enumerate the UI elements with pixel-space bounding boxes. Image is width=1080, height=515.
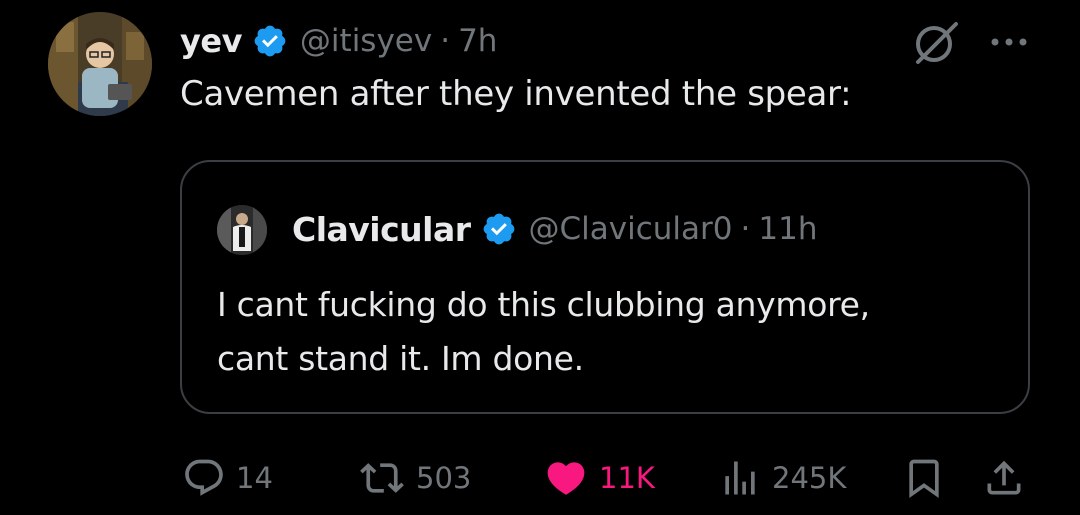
views-button[interactable]: 245K (718, 450, 846, 506)
quoted-author-name[interactable]: Clavicular (292, 210, 471, 249)
heart-icon (547, 462, 585, 495)
quoted-tweet-timestamp[interactable]: 11h (758, 211, 817, 247)
share-icon (987, 460, 1021, 495)
tweet-header: yev @itisyev · 7h (180, 18, 497, 64)
quoted-tweet-header: Clavicular @Clavicular0 · 11h (292, 206, 817, 252)
tweet[interactable]: yev @itisyev · 7h Cavemen after they inv… (0, 0, 1080, 515)
share-button[interactable] (982, 450, 1026, 506)
reply-icon (185, 459, 223, 496)
bookmark-button[interactable] (902, 450, 946, 506)
like-count: 11K (599, 461, 655, 495)
repost-icon (360, 463, 404, 493)
repost-button[interactable]: 503 (358, 450, 471, 506)
repost-count: 503 (416, 461, 472, 495)
quoted-author-avatar[interactable] (217, 205, 267, 255)
separator-dot: · (440, 23, 451, 59)
views-icon (725, 461, 755, 495)
views-count: 245K (772, 461, 847, 495)
quoted-tweet-text: I cant fucking do this clubbing anymore,… (217, 285, 870, 378)
grok-icon[interactable] (910, 16, 962, 68)
verified-badge-icon (483, 213, 514, 245)
author-name[interactable]: yev (180, 22, 242, 60)
separator-dot: · (740, 211, 751, 247)
bookmark-icon (909, 459, 939, 499)
tweet-timestamp[interactable]: 7h (458, 23, 497, 59)
author-avatar[interactable] (48, 12, 152, 116)
author-handle[interactable]: @itisyev (300, 23, 432, 59)
quoted-tweet[interactable]: Clavicular @Clavicular0 · 11h I cant fuc… (180, 160, 1030, 414)
more-icon[interactable] (984, 22, 1034, 62)
verified-badge-icon (254, 25, 286, 57)
like-button[interactable]: 11K (543, 450, 655, 506)
reply-button[interactable]: 14 (182, 450, 273, 506)
quoted-author-handle[interactable]: @Clavicular0 (529, 211, 733, 247)
reply-count: 14 (236, 461, 273, 495)
tweet-text: Cavemen after they invented the spear: (180, 74, 852, 114)
action-bar: 14 503 11K 245K (0, 450, 1080, 506)
